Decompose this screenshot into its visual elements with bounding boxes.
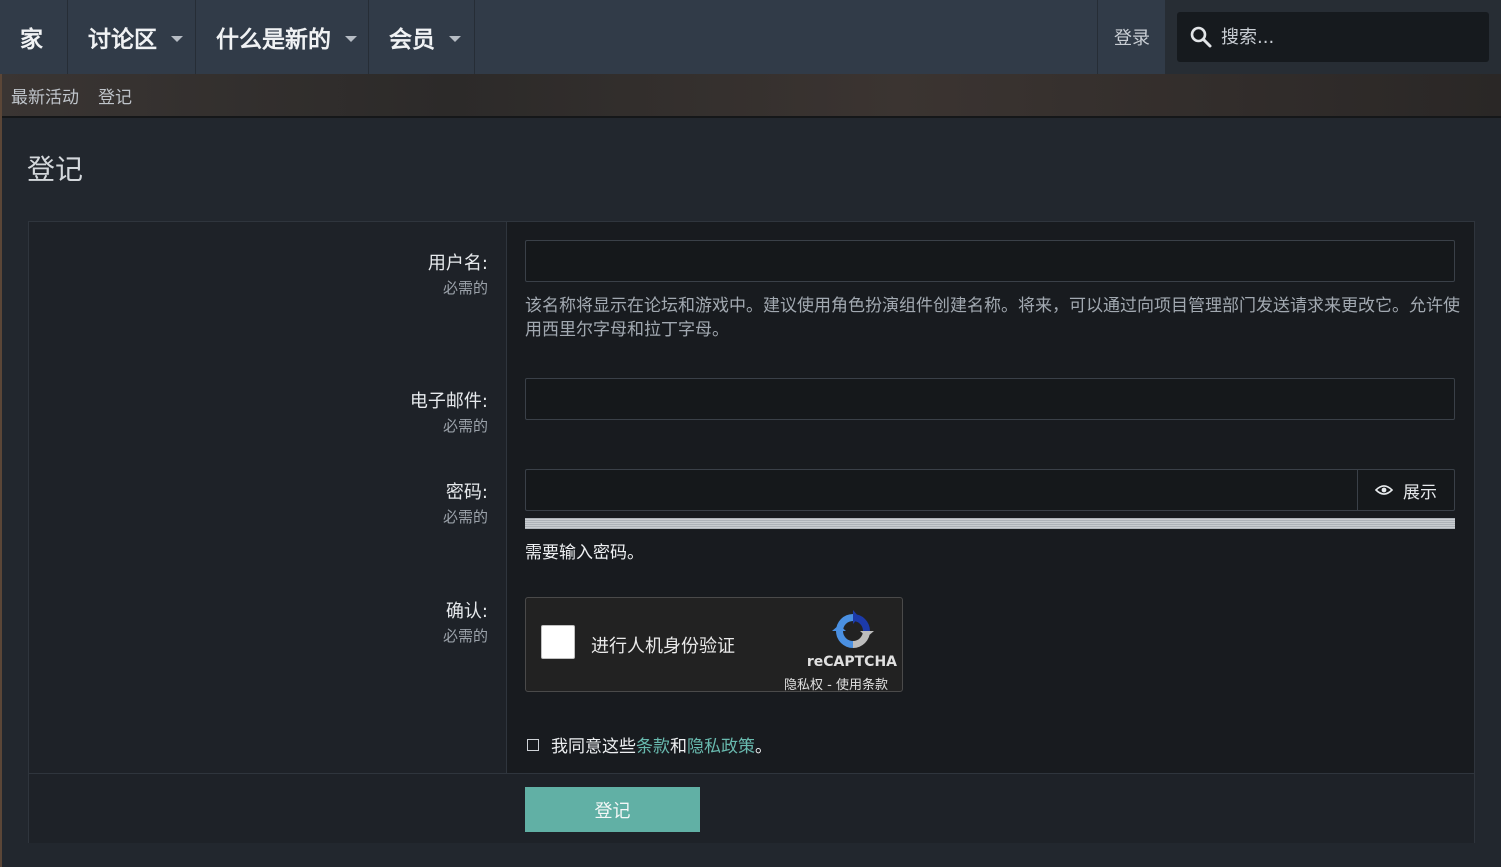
username-help-text: 该名称将显示在论坛和游戏中。建议使用角色扮演组件创建名称。将来，可以通过向项目管… — [525, 296, 1460, 340]
chevron-down-icon[interactable] — [171, 35, 183, 42]
password-strength-message: 需要输入密码。 — [525, 543, 644, 563]
subnav-item-latest-activity[interactable]: 最新活动 — [11, 83, 79, 108]
chevron-down-icon[interactable] — [345, 35, 357, 42]
agree-suffix: 。 — [755, 737, 772, 757]
confirm-label-text: 确认: — [445, 601, 488, 622]
password-label-text: 密码: — [445, 482, 488, 503]
recaptcha-widget: 进行人机身份验证 reCAPTCHA 隐私权 - 使用条款 — [525, 597, 903, 693]
nav-tab-home[interactable]: 家 — [0, 0, 68, 74]
nav-tab-label: 讨论区 — [88, 27, 157, 53]
email-input[interactable] — [525, 378, 1455, 420]
label-column: 用户名: 必需的 电子邮件: 必需的 密码: 必需的 确认: 必需的 — [29, 222, 507, 773]
nav-tab-label: 会员 — [389, 27, 435, 53]
chevron-down-icon[interactable] — [449, 35, 461, 42]
nav-tab-members[interactable]: 会员 — [369, 0, 475, 74]
search-input[interactable] — [1219, 25, 1473, 49]
recaptcha-text: 进行人机身份验证 — [591, 636, 735, 657]
breadcrumb-bar: 最新活动 登记 — [0, 74, 1501, 118]
show-password-button[interactable]: 展示 — [1357, 470, 1454, 510]
nav-tab-label: 什么是新的 — [216, 27, 331, 53]
show-password-label: 展示 — [1403, 482, 1437, 503]
agree-terms-row: 我同意这些 条款 和 隐私政策 。 — [527, 732, 772, 757]
required-hint: 必需的 — [442, 627, 488, 645]
recaptcha-privacy-terms-links[interactable]: 隐私权 - 使用条款 — [784, 674, 888, 693]
email-label: 电子邮件: 必需的 — [410, 387, 488, 436]
top-navigation: 家 讨论区 什么是新的 会员 登录 — [0, 0, 1501, 74]
password-label: 密码: 必需的 — [443, 478, 488, 527]
page-title: 登记 — [27, 153, 84, 186]
search-area — [1165, 0, 1501, 74]
recaptcha-brand: reCAPTCHA — [806, 654, 897, 670]
privacy-policy-link[interactable]: 隐私政策 — [687, 732, 755, 757]
nav-tab-whats-new[interactable]: 什么是新的 — [196, 0, 369, 74]
eye-icon — [1375, 485, 1393, 495]
nav-tab-forums[interactable]: 讨论区 — [68, 0, 196, 74]
search-icon — [1190, 26, 1212, 48]
agree-checkbox[interactable] — [527, 738, 539, 751]
required-hint: 必需的 — [442, 279, 488, 297]
agree-middle: 和 — [670, 737, 687, 757]
required-hint: 必需的 — [442, 508, 488, 526]
subnav-item-register[interactable]: 登记 — [98, 83, 132, 108]
username-label-text: 用户名: — [427, 253, 488, 274]
username-label: 用户名: 必需的 — [428, 249, 488, 298]
registration-form: 用户名: 必需的 电子邮件: 必需的 密码: 必需的 确认: 必需的 该名称将显… — [28, 221, 1475, 843]
required-hint: 必需的 — [442, 417, 488, 435]
window-edge — [0, 74, 2, 867]
recaptcha-checkbox[interactable] — [541, 625, 575, 659]
password-input[interactable]: 展示 — [525, 469, 1455, 511]
terms-link[interactable]: 条款 — [636, 732, 670, 757]
confirm-label: 确认: 必需的 — [443, 597, 488, 646]
recaptcha-logo-icon — [832, 610, 874, 648]
email-label-text: 电子邮件: — [409, 391, 488, 412]
nav-tab-label: 家 — [20, 27, 43, 53]
login-link[interactable]: 登录 — [1097, 0, 1166, 74]
username-input[interactable] — [525, 240, 1455, 282]
search-box[interactable] — [1177, 12, 1489, 62]
form-footer: 登记 — [29, 773, 1474, 843]
agree-prefix: 我同意这些 — [551, 737, 636, 757]
register-button[interactable]: 登记 — [525, 787, 700, 832]
password-strength-meter — [525, 518, 1455, 529]
